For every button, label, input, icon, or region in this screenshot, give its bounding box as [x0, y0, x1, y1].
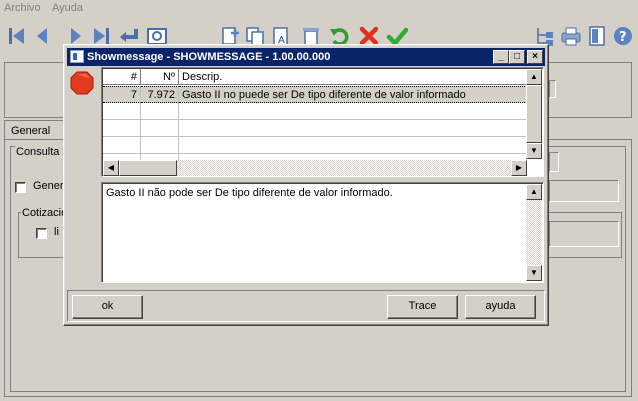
- li-checkbox[interactable]: [36, 228, 47, 239]
- detail-scroll-up-button[interactable]: ▲: [526, 184, 542, 200]
- horizontal-scroll-thumb[interactable]: [119, 160, 177, 176]
- horizontal-scroll-track[interactable]: [177, 160, 511, 176]
- print-icon[interactable]: [560, 25, 582, 47]
- menu-ayuda[interactable]: Ayuda: [52, 2, 83, 14]
- general-checkbox-label: Gener: [33, 180, 64, 192]
- column-header-num[interactable]: #: [103, 69, 141, 85]
- maximize-button[interactable]: □: [509, 50, 525, 64]
- dialog-app-icon: [70, 50, 84, 63]
- help-icon[interactable]: ?: [612, 25, 634, 47]
- message-detail-text: Gasto II não pode ser De tipo diferente …: [106, 187, 393, 199]
- li-checkbox-label: li: [54, 226, 59, 238]
- scroll-left-button[interactable]: ◀: [103, 160, 119, 176]
- table-row-empty: [103, 120, 527, 137]
- previous-record-icon[interactable]: [32, 25, 54, 47]
- consulta-group-label: Consulta t: [15, 146, 67, 158]
- exit-door-icon[interactable]: [586, 25, 608, 47]
- tab-general-label: General: [11, 125, 51, 137]
- dialog-titlebar[interactable]: Showmessage - SHOWMESSAGE - 1.00.00.000 …: [67, 48, 545, 66]
- consulta-field[interactable]: [549, 152, 559, 172]
- svg-text:?: ?: [619, 30, 627, 45]
- detail-scroll-down-button[interactable]: ▼: [526, 265, 542, 281]
- messages-grid[interactable]: # Nº Descrip. 7 7.972 Gasto II no puede …: [101, 67, 544, 177]
- row-descrip: Gasto II no puede ser De tipo diferente …: [179, 86, 527, 103]
- grid-vertical-scrollbar[interactable]: ▲ ▼: [526, 69, 542, 159]
- cotizacion-group-label: Cotizacio: [21, 207, 69, 219]
- menu-bar: Archivo Ayuda: [0, 0, 638, 17]
- trace-button[interactable]: Trace: [387, 295, 458, 319]
- message-detail-box[interactable]: Gasto II não pode ser De tipo diferente …: [101, 182, 544, 283]
- header-field[interactable]: [549, 80, 556, 98]
- showmessage-dialog: Showmessage - SHOWMESSAGE - 1.00.00.000 …: [63, 44, 549, 326]
- row-num: 7: [103, 86, 141, 103]
- scroll-thumb[interactable]: [526, 85, 542, 143]
- menu-archivo[interactable]: Archivo: [4, 2, 41, 14]
- row-code: 7.972: [141, 86, 179, 103]
- close-button[interactable]: ×: [527, 50, 543, 64]
- table-row-empty: [103, 137, 527, 154]
- general-checkbox[interactable]: [15, 182, 26, 193]
- scroll-right-button[interactable]: ▶: [511, 160, 527, 176]
- dialog-title: Showmessage - SHOWMESSAGE - 1.00.00.000: [87, 51, 331, 63]
- table-row[interactable]: 7 7.972 Gasto II no puede ser De tipo di…: [103, 86, 527, 103]
- help-button[interactable]: ayuda: [465, 295, 536, 319]
- general-field[interactable]: [549, 180, 619, 202]
- column-header-code[interactable]: Nº: [141, 69, 179, 85]
- tab-general[interactable]: General: [4, 120, 64, 140]
- minimize-button[interactable]: _: [493, 50, 509, 64]
- cotizacion-field[interactable]: [549, 221, 619, 247]
- column-header-descrip[interactable]: Descrip.: [179, 69, 527, 85]
- dialog-button-bar: ok Trace ayuda: [67, 290, 545, 322]
- stop-icon: [70, 71, 94, 95]
- table-row-empty: [103, 103, 527, 120]
- ok-button[interactable]: ok: [72, 295, 143, 319]
- first-record-icon[interactable]: [6, 25, 28, 47]
- scroll-up-button[interactable]: ▲: [526, 69, 542, 85]
- detail-scroll-track[interactable]: [526, 200, 542, 265]
- scroll-down-button[interactable]: ▼: [526, 143, 542, 159]
